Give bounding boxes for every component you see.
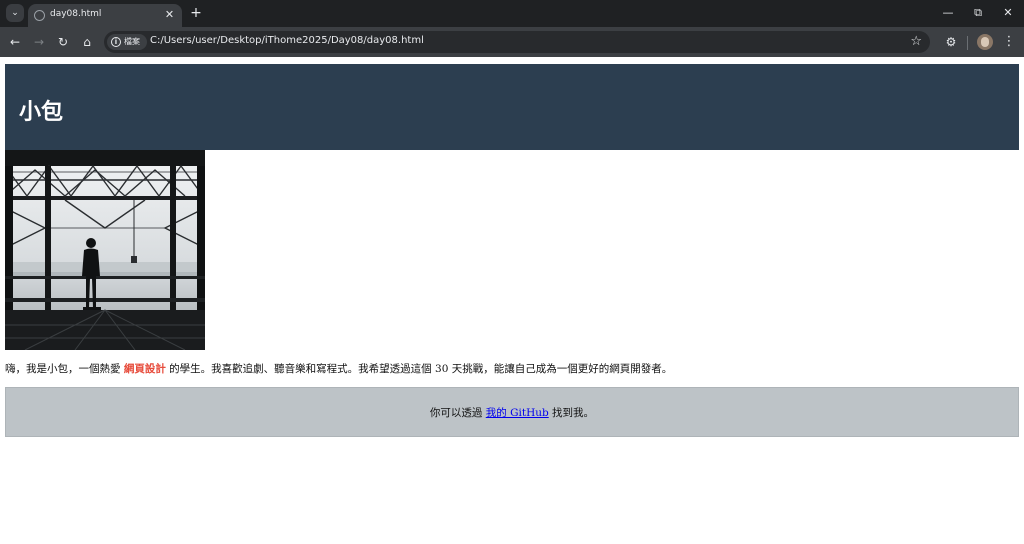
minimize-icon[interactable]: — <box>939 5 957 21</box>
restore-icon[interactable]: ⧉ <box>969 5 987 21</box>
silhouette-photo-image <box>5 150 205 350</box>
tab-search-chevron-icon[interactable]: ⌄ <box>6 4 24 22</box>
profile-avatar[interactable] <box>977 34 993 50</box>
extensions-puzzle-icon[interactable]: ⚙ <box>943 34 959 50</box>
footer-text: 你可以透過 我的 GitHub 找到我。 <box>6 406 1018 420</box>
intro-text-start: 嗨，我是小包，一個熱愛 <box>5 363 124 375</box>
site-info-label: 檔案 <box>124 37 140 46</box>
site-header: 小包 <box>5 64 1019 150</box>
site-footer: 你可以透過 我的 GitHub 找到我。 <box>5 387 1019 437</box>
footer-text-end: 找到我。 <box>548 407 595 419</box>
footer-text-start: 你可以透過 <box>429 407 486 419</box>
bookmark-star-icon[interactable]: ☆ <box>910 33 922 51</box>
kebab-menu-icon[interactable]: ⋮ <box>1002 34 1016 50</box>
home-icon[interactable]: ⌂ <box>79 34 95 50</box>
page-title: 小包 <box>19 100 64 125</box>
back-arrow-icon[interactable]: ← <box>7 34 23 50</box>
new-tab-plus-icon[interactable]: + <box>188 5 204 21</box>
info-icon: i <box>111 37 121 47</box>
github-link[interactable]: 我的 GitHub <box>486 407 549 419</box>
intro-paragraph: 嗨，我是小包，一個熱愛 網頁設計 的學生。我喜歡追劇、聽音樂和寫程式。我希望透過… <box>5 362 1019 376</box>
url-text[interactable]: C:/Users/user/Desktop/iThome2025/Day08/d… <box>150 35 424 46</box>
page-viewport: 小包 嗨，我是小包，一個熱愛 網頁設計 的學生。我喜歡追劇、聽音樂和寫程式。我希… <box>0 57 1024 544</box>
browser-tab[interactable]: day08.html ✕ <box>28 4 182 27</box>
browser-toolbar: ← → ↻ ⌂ i 檔案 C:/Users/user/Desktop/iThom… <box>0 27 1024 57</box>
profile-photo <box>5 150 205 350</box>
site-info-chip[interactable]: i 檔案 <box>107 34 147 50</box>
reload-icon[interactable]: ↻ <box>55 34 71 50</box>
toolbar-divider <box>967 36 968 50</box>
tab-strip: ⌄ day08.html ✕ + — ⧉ ✕ <box>0 0 1024 27</box>
window-close-icon[interactable]: ✕ <box>999 5 1017 21</box>
address-bar[interactable]: i 檔案 C:/Users/user/Desktop/iThome2025/Da… <box>104 31 930 53</box>
forward-arrow-icon[interactable]: → <box>31 34 47 50</box>
tab-title: day08.html <box>50 9 102 19</box>
intro-text-end: 的學生。我喜歡追劇、聽音樂和寫程式。我希望透過這個 30 天挑戰，能讓自己成為一… <box>165 363 673 375</box>
highlight-web-design: 網頁設計 <box>123 363 166 375</box>
close-tab-icon[interactable]: ✕ <box>162 7 177 22</box>
globe-icon <box>34 10 45 21</box>
